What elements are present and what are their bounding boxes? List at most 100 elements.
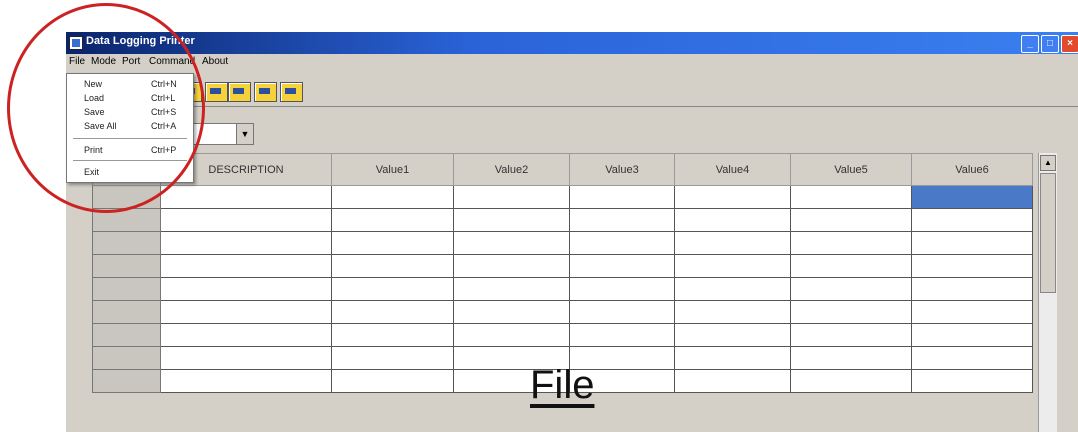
table-cell[interactable] bbox=[911, 231, 1033, 255]
menu-about[interactable]: About bbox=[202, 56, 228, 67]
row-header[interactable] bbox=[92, 323, 161, 347]
column-header-value1[interactable]: Value1 bbox=[331, 153, 454, 186]
row-header[interactable] bbox=[92, 346, 161, 370]
table-cell[interactable] bbox=[453, 231, 570, 255]
close-button[interactable]: × bbox=[1061, 35, 1078, 53]
table-cell[interactable] bbox=[790, 323, 912, 347]
table-cell[interactable] bbox=[911, 323, 1033, 347]
table-cell[interactable] bbox=[790, 277, 912, 301]
table-cell[interactable] bbox=[911, 369, 1033, 393]
table-cell[interactable] bbox=[790, 185, 912, 209]
table-cell[interactable] bbox=[160, 208, 332, 232]
table-cell[interactable] bbox=[453, 300, 570, 324]
table-cell[interactable] bbox=[331, 208, 454, 232]
table-cell[interactable] bbox=[674, 208, 791, 232]
menu-item-new[interactable]: New Ctrl+N bbox=[67, 78, 193, 92]
chevron-down-icon[interactable]: ▼ bbox=[236, 123, 254, 145]
toolbar-option-button[interactable] bbox=[254, 82, 277, 102]
row-header[interactable] bbox=[92, 277, 161, 301]
table-row[interactable] bbox=[92, 254, 1033, 278]
table-cell[interactable] bbox=[453, 323, 570, 347]
table-cell[interactable] bbox=[674, 323, 791, 347]
table-cell[interactable] bbox=[331, 300, 454, 324]
table-cell[interactable] bbox=[911, 277, 1033, 301]
table-cell[interactable] bbox=[160, 277, 332, 301]
minimize-button[interactable]: _ bbox=[1021, 35, 1039, 53]
table-cell[interactable] bbox=[569, 277, 675, 301]
scroll-up-icon[interactable]: ▲ bbox=[1040, 155, 1056, 171]
toolbar-exit-button[interactable] bbox=[205, 82, 228, 102]
table-cell[interactable] bbox=[569, 231, 675, 255]
table-cell[interactable] bbox=[911, 208, 1033, 232]
table-cell[interactable] bbox=[331, 231, 454, 255]
table-cell[interactable] bbox=[453, 185, 570, 209]
row-header[interactable] bbox=[92, 208, 161, 232]
selected-cell[interactable] bbox=[911, 185, 1033, 209]
menu-item-print[interactable]: Print Ctrl+P bbox=[67, 144, 193, 158]
table-cell[interactable] bbox=[790, 231, 912, 255]
vertical-scrollbar[interactable]: ▲ bbox=[1038, 153, 1057, 432]
menu-item-save-all[interactable]: Save All Ctrl+A bbox=[67, 120, 193, 134]
table-row[interactable] bbox=[92, 185, 1033, 209]
scroll-thumb[interactable] bbox=[1040, 173, 1056, 293]
table-cell[interactable] bbox=[790, 369, 912, 393]
table-cell[interactable] bbox=[160, 369, 332, 393]
toolbar-icon[interactable] bbox=[228, 82, 251, 102]
table-row[interactable] bbox=[92, 300, 1033, 324]
table-cell[interactable] bbox=[331, 277, 454, 301]
table-cell[interactable] bbox=[911, 346, 1033, 370]
table-cell[interactable] bbox=[790, 254, 912, 278]
table-cell[interactable] bbox=[569, 208, 675, 232]
column-header-value6[interactable]: Value6 bbox=[911, 153, 1033, 186]
table-cell[interactable] bbox=[453, 208, 570, 232]
table-row[interactable] bbox=[92, 277, 1033, 301]
table-cell[interactable] bbox=[674, 300, 791, 324]
menu-item-exit[interactable]: Exit bbox=[67, 166, 193, 180]
table-cell[interactable] bbox=[160, 254, 332, 278]
table-cell[interactable] bbox=[453, 254, 570, 278]
table-cell[interactable] bbox=[331, 185, 454, 209]
table-cell[interactable] bbox=[911, 254, 1033, 278]
toolbar-option2-button[interactable] bbox=[280, 82, 303, 102]
table-cell[interactable] bbox=[790, 208, 912, 232]
maximize-button[interactable]: □ bbox=[1041, 35, 1059, 53]
table-cell[interactable] bbox=[674, 346, 791, 370]
table-cell[interactable] bbox=[911, 300, 1033, 324]
table-cell[interactable] bbox=[160, 185, 332, 209]
table-cell[interactable] bbox=[160, 300, 332, 324]
table-cell[interactable] bbox=[674, 231, 791, 255]
table-row[interactable] bbox=[92, 231, 1033, 255]
table-cell[interactable] bbox=[331, 323, 454, 347]
table-row[interactable] bbox=[92, 208, 1033, 232]
table-cell[interactable] bbox=[674, 369, 791, 393]
column-header-value5[interactable]: Value5 bbox=[790, 153, 912, 186]
table-cell[interactable] bbox=[331, 369, 454, 393]
row-header[interactable] bbox=[92, 300, 161, 324]
column-header-value4[interactable]: Value4 bbox=[674, 153, 791, 186]
table-cell[interactable] bbox=[453, 277, 570, 301]
table-cell[interactable] bbox=[790, 300, 912, 324]
menu-item-load[interactable]: Load Ctrl+L bbox=[67, 92, 193, 106]
column-header-value2[interactable]: Value2 bbox=[453, 153, 570, 186]
menu-command[interactable]: Command bbox=[149, 56, 195, 67]
row-header[interactable] bbox=[92, 254, 161, 278]
table-cell[interactable] bbox=[569, 254, 675, 278]
menu-item-save[interactable]: Save Ctrl+S bbox=[67, 106, 193, 120]
table-cell[interactable] bbox=[674, 185, 791, 209]
table-cell[interactable] bbox=[674, 277, 791, 301]
menu-mode[interactable]: Mode bbox=[91, 56, 116, 67]
table-cell[interactable] bbox=[790, 346, 912, 370]
menu-file[interactable]: File bbox=[69, 56, 85, 67]
table-cell[interactable] bbox=[569, 300, 675, 324]
row-header[interactable] bbox=[92, 185, 161, 209]
row-header[interactable] bbox=[92, 369, 161, 393]
table-cell[interactable] bbox=[569, 185, 675, 209]
table-cell[interactable] bbox=[569, 323, 675, 347]
table-row[interactable] bbox=[92, 323, 1033, 347]
menu-port[interactable]: Port bbox=[122, 56, 140, 67]
row-header[interactable] bbox=[92, 231, 161, 255]
table-cell[interactable] bbox=[331, 254, 454, 278]
table-cell[interactable] bbox=[160, 346, 332, 370]
table-cell[interactable] bbox=[674, 254, 791, 278]
table-cell[interactable] bbox=[160, 231, 332, 255]
